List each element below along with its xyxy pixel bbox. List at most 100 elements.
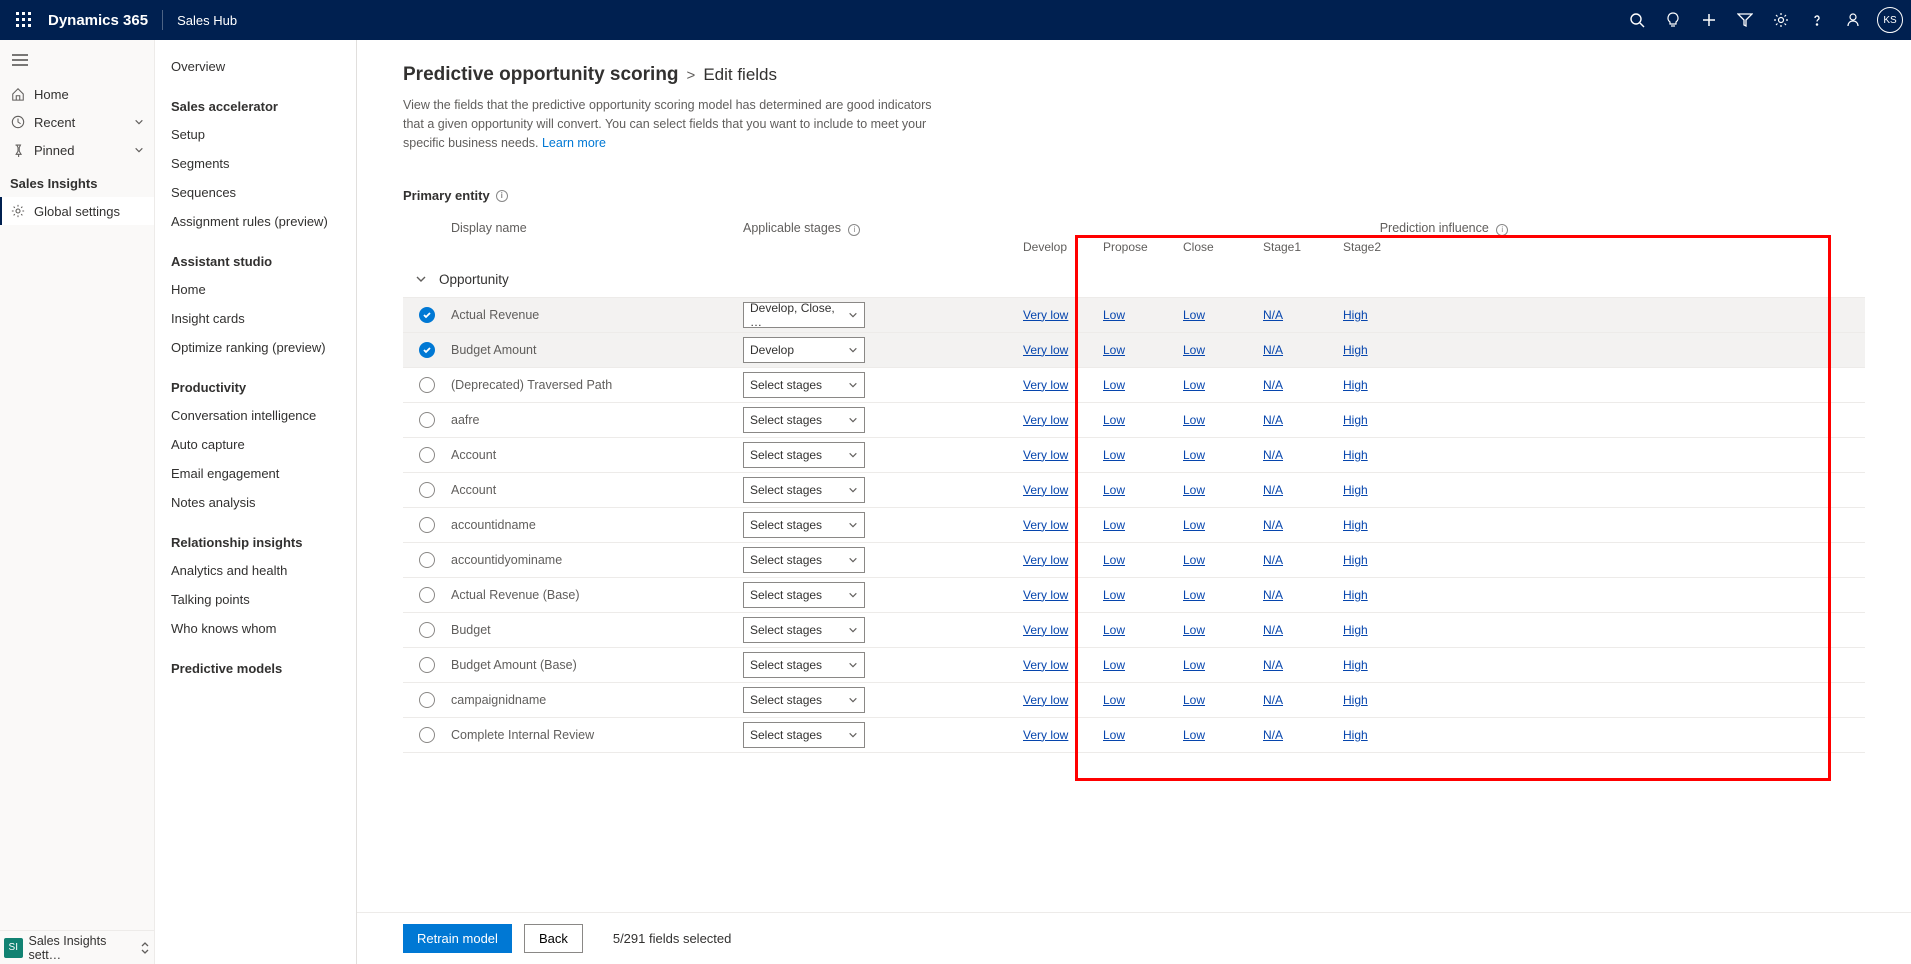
- influence-link[interactable]: Low: [1103, 378, 1125, 392]
- bulb-icon[interactable]: [1655, 0, 1691, 40]
- col-stage[interactable]: Develop: [1023, 240, 1103, 254]
- stages-dropdown[interactable]: Select stages: [743, 617, 865, 643]
- stages-dropdown[interactable]: Select stages: [743, 582, 865, 608]
- influence-link[interactable]: High: [1343, 308, 1368, 322]
- influence-link[interactable]: Low: [1183, 378, 1205, 392]
- influence-link[interactable]: N/A: [1263, 343, 1283, 357]
- learn-more-link[interactable]: Learn more: [542, 136, 606, 150]
- influence-link[interactable]: Low: [1183, 658, 1205, 672]
- stages-dropdown[interactable]: Select stages: [743, 442, 865, 468]
- influence-link[interactable]: N/A: [1263, 518, 1283, 532]
- influence-link[interactable]: High: [1343, 483, 1368, 497]
- col-display-name[interactable]: Display name: [451, 221, 743, 254]
- row-checkbox[interactable]: [419, 727, 435, 743]
- avatar[interactable]: KS: [1877, 7, 1903, 33]
- influence-link[interactable]: Low: [1103, 483, 1125, 497]
- influence-link[interactable]: Low: [1183, 553, 1205, 567]
- nav2-item[interactable]: Talking points: [155, 585, 356, 614]
- influence-link[interactable]: Very low: [1023, 728, 1068, 742]
- row-checkbox[interactable]: [419, 517, 435, 533]
- nav2-item[interactable]: Optimize ranking (preview): [155, 333, 356, 362]
- row-checkbox[interactable]: [419, 482, 435, 498]
- influence-link[interactable]: Very low: [1023, 588, 1068, 602]
- influence-link[interactable]: Low: [1183, 623, 1205, 637]
- influence-link[interactable]: Low: [1103, 343, 1125, 357]
- influence-link[interactable]: N/A: [1263, 553, 1283, 567]
- nav2-item[interactable]: Insight cards: [155, 304, 356, 333]
- nav2-item[interactable]: Notes analysis: [155, 488, 356, 517]
- stages-dropdown[interactable]: Select stages: [743, 722, 865, 748]
- influence-link[interactable]: Low: [1183, 693, 1205, 707]
- nav2-item[interactable]: Who knows whom: [155, 614, 356, 643]
- influence-link[interactable]: Low: [1183, 588, 1205, 602]
- influence-link[interactable]: Low: [1183, 413, 1205, 427]
- stages-dropdown[interactable]: Develop: [743, 337, 865, 363]
- influence-link[interactable]: Very low: [1023, 658, 1068, 672]
- nav2-item[interactable]: Analytics and health: [155, 556, 356, 585]
- nav2-item[interactable]: Home: [155, 275, 356, 304]
- info-icon[interactable]: i: [496, 190, 508, 202]
- influence-link[interactable]: N/A: [1263, 728, 1283, 742]
- add-icon[interactable]: [1691, 0, 1727, 40]
- row-checkbox[interactable]: [419, 342, 435, 358]
- col-stage[interactable]: Stage2: [1343, 240, 1423, 254]
- influence-link[interactable]: High: [1343, 728, 1368, 742]
- stages-dropdown[interactable]: Develop, Close, …: [743, 302, 865, 328]
- influence-link[interactable]: N/A: [1263, 693, 1283, 707]
- influence-link[interactable]: Low: [1103, 413, 1125, 427]
- influence-link[interactable]: High: [1343, 693, 1368, 707]
- filter-icon[interactable]: [1727, 0, 1763, 40]
- person-assistant-icon[interactable]: [1835, 0, 1871, 40]
- group-opportunity[interactable]: Opportunity: [403, 262, 1865, 298]
- hamburger-icon[interactable]: [0, 40, 154, 80]
- influence-link[interactable]: High: [1343, 588, 1368, 602]
- nav1-item-pinned[interactable]: Pinned: [0, 136, 154, 164]
- influence-link[interactable]: N/A: [1263, 413, 1283, 427]
- influence-link[interactable]: Very low: [1023, 693, 1068, 707]
- stages-dropdown[interactable]: Select stages: [743, 477, 865, 503]
- influence-link[interactable]: Low: [1183, 308, 1205, 322]
- influence-link[interactable]: High: [1343, 343, 1368, 357]
- stages-dropdown[interactable]: Select stages: [743, 407, 865, 433]
- col-applicable-stages[interactable]: Applicable stages: [743, 221, 841, 235]
- influence-link[interactable]: Very low: [1023, 343, 1068, 357]
- stages-dropdown[interactable]: Select stages: [743, 372, 865, 398]
- nav1-item-recent[interactable]: Recent: [0, 108, 154, 136]
- nav2-item[interactable]: Setup: [155, 120, 356, 149]
- row-checkbox[interactable]: [419, 692, 435, 708]
- influence-link[interactable]: Low: [1103, 658, 1125, 672]
- influence-link[interactable]: High: [1343, 553, 1368, 567]
- col-stage[interactable]: Close: [1183, 240, 1263, 254]
- area-updown-icon[interactable]: [140, 941, 150, 955]
- influence-link[interactable]: Very low: [1023, 553, 1068, 567]
- row-checkbox[interactable]: [419, 377, 435, 393]
- influence-link[interactable]: Low: [1103, 448, 1125, 462]
- stages-dropdown[interactable]: Select stages: [743, 652, 865, 678]
- influence-link[interactable]: N/A: [1263, 448, 1283, 462]
- influence-link[interactable]: N/A: [1263, 308, 1283, 322]
- nav2-item[interactable]: Segments: [155, 149, 356, 178]
- breadcrumb-root[interactable]: Predictive opportunity scoring: [403, 64, 679, 86]
- influence-link[interactable]: N/A: [1263, 483, 1283, 497]
- influence-link[interactable]: High: [1343, 658, 1368, 672]
- influence-link[interactable]: Very low: [1023, 308, 1068, 322]
- influence-link[interactable]: Very low: [1023, 483, 1068, 497]
- nav2-item[interactable]: Auto capture: [155, 430, 356, 459]
- area-switcher[interactable]: SI Sales Insights sett…: [0, 930, 154, 964]
- influence-link[interactable]: High: [1343, 413, 1368, 427]
- search-icon[interactable]: [1619, 0, 1655, 40]
- col-stage[interactable]: Propose: [1103, 240, 1183, 254]
- influence-link[interactable]: Low: [1103, 308, 1125, 322]
- influence-link[interactable]: Low: [1183, 343, 1205, 357]
- nav2-item[interactable]: Overview: [155, 52, 356, 81]
- influence-link[interactable]: Low: [1103, 693, 1125, 707]
- nav1-item-home[interactable]: Home: [0, 80, 154, 108]
- influence-link[interactable]: Low: [1103, 588, 1125, 602]
- row-checkbox[interactable]: [419, 657, 435, 673]
- influence-link[interactable]: Very low: [1023, 448, 1068, 462]
- influence-link[interactable]: High: [1343, 448, 1368, 462]
- influence-link[interactable]: N/A: [1263, 378, 1283, 392]
- nav1-global-settings[interactable]: Global settings: [0, 197, 154, 225]
- influence-link[interactable]: N/A: [1263, 588, 1283, 602]
- back-button[interactable]: Back: [524, 924, 583, 953]
